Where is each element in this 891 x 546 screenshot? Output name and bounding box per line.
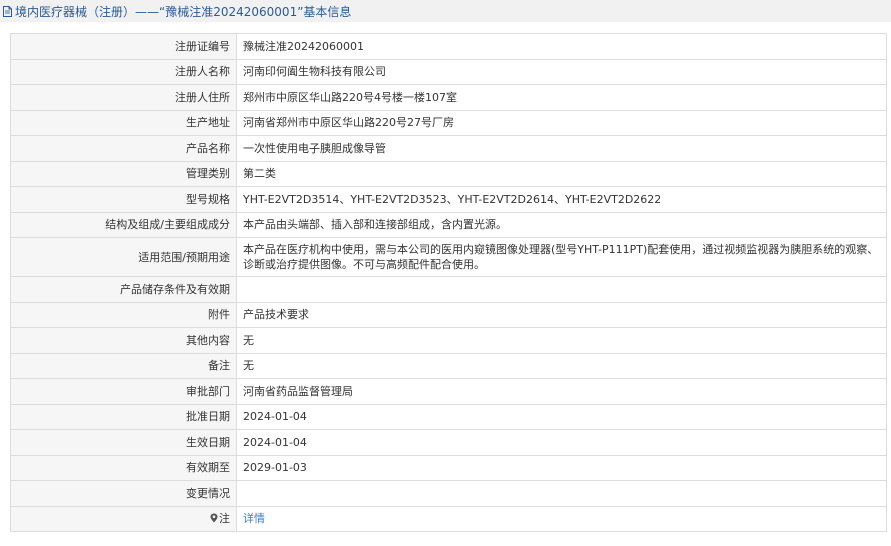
table-row: 产品名称 一次性使用电子胰胆成像导管	[10, 135, 887, 162]
row-label: 注册人住所	[10, 84, 237, 111]
row-value: 第二类	[236, 160, 887, 187]
row-label: 产品储存条件及有效期	[10, 276, 237, 303]
row-label: 生效日期	[10, 429, 237, 456]
row-label: 适用范围/预期用途	[10, 237, 237, 277]
note-label: 注	[219, 512, 230, 526]
page-title: 境内医疗器械（注册）——“豫械注准20242060001”基本信息	[15, 4, 352, 19]
row-value: 无	[236, 327, 887, 354]
row-value: 本产品在医疗机构中使用，需与本公司的医用内窥镜图像处理器(型号YHT-P111P…	[236, 237, 887, 277]
row-value: 豫械注准20242060001	[236, 33, 887, 60]
note-value-cell: 详情	[236, 505, 887, 532]
row-label: 产品名称	[10, 135, 237, 162]
document-icon	[3, 5, 12, 17]
note-row: 注 详情	[10, 505, 887, 532]
row-label: 生产地址	[10, 109, 237, 136]
row-label: 其他内容	[10, 327, 237, 354]
table-row: 备注 无	[10, 352, 887, 379]
table-row: 变更情况	[10, 480, 887, 507]
row-value: 产品技术要求	[236, 301, 887, 328]
table-row: 附件 产品技术要求	[10, 301, 887, 328]
row-value: 无	[236, 352, 887, 379]
info-table: 注册证编号 豫械注准20242060001 注册人名称 河南印何阖生物科技有限公…	[10, 33, 887, 532]
row-label: 变更情况	[10, 480, 237, 507]
table-row: 其他内容 无	[10, 327, 887, 354]
row-label: 型号规格	[10, 186, 237, 213]
row-value	[236, 276, 887, 303]
map-pin-icon	[210, 513, 218, 523]
row-value: 2024-01-04	[236, 403, 887, 430]
row-value: YHT-E2VT2D3514、YHT-E2VT2D3523、YHT-E2VT2D…	[236, 186, 887, 213]
row-value: 河南省药品监督管理局	[236, 378, 887, 405]
row-value: 河南印何阖生物科技有限公司	[236, 58, 887, 85]
table-row: 生效日期 2024-01-04	[10, 429, 887, 456]
row-value: 郑州市中原区华山路220号4号楼一楼107室	[236, 84, 887, 111]
table-row: 注册证编号 豫械注准20242060001	[10, 33, 887, 60]
note-label-cell: 注	[10, 505, 237, 532]
row-label: 注册人名称	[10, 58, 237, 85]
table-row: 产品储存条件及有效期	[10, 276, 887, 303]
row-label: 有效期至	[10, 454, 237, 481]
row-label: 批准日期	[10, 403, 237, 430]
row-value: 2024-01-04	[236, 429, 887, 456]
row-value: 一次性使用电子胰胆成像导管	[236, 135, 887, 162]
details-link[interactable]: 详情	[243, 512, 265, 525]
page-header: 境内医疗器械（注册）——“豫械注准20242060001”基本信息	[0, 0, 891, 22]
table-row: 有效期至 2029-01-03	[10, 454, 887, 481]
row-value	[236, 480, 887, 507]
table-row: 结构及组成/主要组成成分 本产品由头端部、插入部和连接部组成，含内置光源。	[10, 211, 887, 238]
table-row: 适用范围/预期用途 本产品在医疗机构中使用，需与本公司的医用内窥镜图像处理器(型…	[10, 237, 887, 277]
table-row: 生产地址 河南省郑州市中原区华山路220号27号厂房	[10, 109, 887, 136]
table-row: 型号规格 YHT-E2VT2D3514、YHT-E2VT2D3523、YHT-E…	[10, 186, 887, 213]
row-label: 注册证编号	[10, 33, 237, 60]
table-row: 批准日期 2024-01-04	[10, 403, 887, 430]
table-row: 注册人住所 郑州市中原区华山路220号4号楼一楼107室	[10, 84, 887, 111]
row-value: 本产品由头端部、插入部和连接部组成，含内置光源。	[236, 211, 887, 238]
row-value: 河南省郑州市中原区华山路220号27号厂房	[236, 109, 887, 136]
row-value: 2029-01-03	[236, 454, 887, 481]
table-row: 审批部门 河南省药品监督管理局	[10, 378, 887, 405]
row-label: 审批部门	[10, 378, 237, 405]
row-label: 备注	[10, 352, 237, 379]
row-label: 管理类别	[10, 160, 237, 187]
row-label: 附件	[10, 301, 237, 328]
table-row: 管理类别 第二类	[10, 160, 887, 187]
row-label: 结构及组成/主要组成成分	[10, 211, 237, 238]
table-row: 注册人名称 河南印何阖生物科技有限公司	[10, 58, 887, 85]
info-table-body: 注册证编号 豫械注准20242060001 注册人名称 河南印何阖生物科技有限公…	[10, 33, 887, 532]
